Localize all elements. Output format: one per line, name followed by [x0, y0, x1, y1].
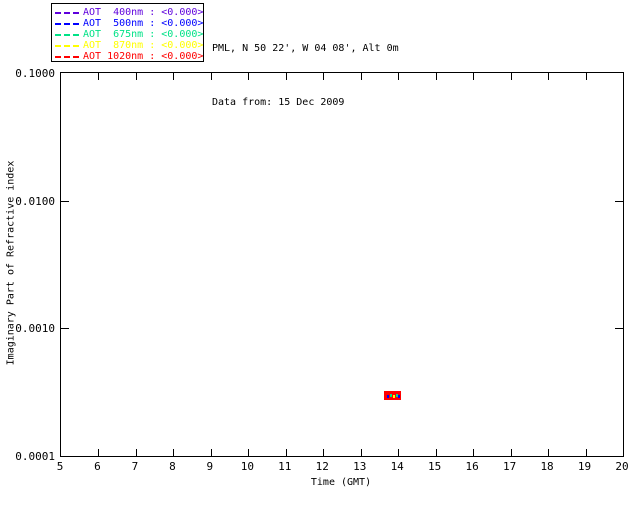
y-axis-tick [61, 200, 69, 202]
x-tick-label: 15 [428, 460, 442, 473]
x-axis-tick [98, 73, 100, 80]
y-tick-label: 0.0001 [15, 450, 55, 463]
x-axis-tick [473, 73, 475, 80]
y-axis-tick [61, 328, 69, 330]
x-axis-tick [248, 449, 250, 456]
legend-line-swatch-icon [55, 33, 79, 36]
x-tick-label: 14 [390, 460, 404, 473]
x-axis-tick [285, 449, 287, 456]
legend-line-swatch-icon [55, 11, 79, 14]
header-site-text: PML, N 50 22', W 04 08', Alt 0m [212, 43, 399, 54]
x-axis-tick [98, 449, 100, 456]
x-axis-tick [210, 73, 212, 80]
x-tick-label: 9 [206, 460, 214, 473]
x-tick-label: 11 [278, 460, 292, 473]
x-axis-tick [360, 449, 362, 456]
x-tick-label: 16 [465, 460, 479, 473]
data-point-speck [392, 395, 395, 399]
legend-item-label: AOT 500nm : <0.000> [83, 18, 204, 29]
x-axis-tick [210, 449, 212, 456]
legend-item-label: AOT 870nm : <0.000> [83, 40, 204, 51]
x-axis-tick [435, 73, 437, 80]
x-axis-tick [135, 449, 137, 456]
x-axis-tick [435, 449, 437, 456]
x-axis-tick [548, 449, 550, 456]
y-tick-label: 0.0100 [15, 194, 55, 208]
x-tick-label: 18 [540, 460, 554, 473]
legend-item: AOT 870nm : <0.000> [55, 40, 203, 51]
data-point-speck [397, 395, 400, 399]
x-axis-tick [360, 73, 362, 80]
x-tick-label: 8 [169, 460, 176, 473]
x-axis-tick [323, 449, 325, 456]
x-axis-tick [585, 73, 587, 80]
data-point-speck [389, 394, 392, 398]
x-tick-label: 13 [353, 460, 367, 473]
y-tick-label: 0.1000 [15, 67, 55, 80]
x-axis-title: Time (GMT) [310, 477, 372, 488]
x-axis-tick [173, 73, 175, 80]
y-tick-label: 0.0010 [15, 322, 55, 336]
x-tick-label: 17 [502, 460, 517, 473]
x-axis-tick [473, 449, 475, 456]
x-axis-tick [285, 73, 287, 80]
data-point-marker [383, 391, 401, 401]
y-axis-tick [615, 328, 623, 330]
x-axis-tick [248, 73, 250, 80]
x-tick-label: 12 [315, 460, 329, 473]
legend-item-label: AOT 400nm : <0.000> [83, 7, 204, 18]
y-axis-tick [615, 200, 623, 202]
data-point-speck [386, 395, 389, 399]
x-axis-tick [173, 449, 175, 456]
x-axis-tick [135, 73, 137, 80]
x-tick-label: 19 [577, 460, 592, 473]
legend-line-swatch-icon [55, 55, 79, 58]
x-axis-tick [398, 73, 400, 80]
x-axis-tick [510, 73, 512, 80]
legend-item: AOT 1020nm : <0.000> [55, 51, 203, 62]
plot-area [60, 72, 624, 457]
x-tick-label: 10 [240, 460, 254, 473]
x-axis-tick [548, 73, 550, 80]
x-axis-tick [585, 449, 587, 456]
x-axis-tick [510, 449, 512, 456]
legend-item: AOT 400nm : <0.000> [55, 7, 203, 18]
x-axis-tick [398, 449, 400, 456]
x-axis-tick [323, 73, 325, 80]
legend-line-swatch-icon [55, 22, 79, 25]
x-tick-label: 20 [615, 460, 629, 473]
legend-box: AOT 400nm : <0.000> AOT 500nm : <0.000> AO… [51, 3, 204, 62]
x-tick-label: 7 [131, 460, 139, 473]
x-tick-label: 6 [94, 460, 101, 473]
aeronet-plot-page: AOT 400nm : <0.000> AOT 500nm : <0.000> AO… [0, 0, 640, 512]
legend-item: AOT 500nm : <0.000> [55, 18, 203, 29]
legend-item-label: AOT 675nm : <0.000> [83, 29, 204, 40]
legend-item-label: AOT 1020nm : <0.000> [83, 51, 204, 62]
x-tick-label: 5 [56, 460, 64, 473]
legend-item: AOT 675nm : <0.000> [55, 29, 203, 40]
legend-line-swatch-icon [55, 44, 79, 47]
